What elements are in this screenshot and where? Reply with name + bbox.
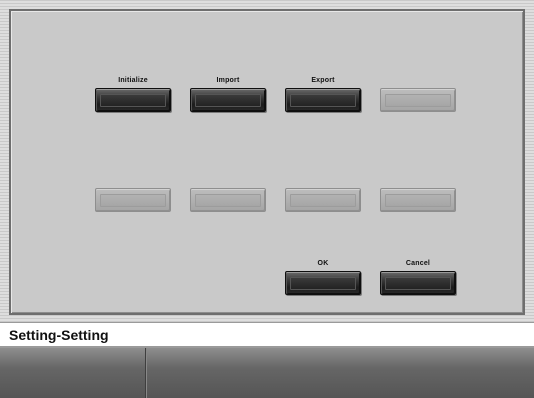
ok-button-label: OK (317, 260, 329, 267)
bottom-bar-left-segment (0, 348, 146, 398)
screen-title-bar: Setting-Setting (0, 322, 534, 348)
ok-button[interactable] (285, 271, 361, 295)
export-button[interactable] (285, 88, 361, 112)
initialize-button[interactable] (95, 88, 171, 112)
bottom-bar-right-segment (147, 348, 534, 398)
disabled-button-3 (190, 188, 266, 212)
import-button[interactable] (190, 88, 266, 112)
export-button-label: Export (311, 77, 335, 84)
import-button-label: Import (216, 77, 240, 84)
disabled-button-5 (380, 188, 456, 212)
screen-title: Setting-Setting (9, 327, 109, 343)
cancel-button-label: Cancel (405, 260, 431, 267)
settings-screen: Initialize Import Export OK Cancel (0, 0, 534, 322)
initialize-button-label: Initialize (118, 77, 148, 84)
disabled-button-4 (285, 188, 361, 212)
disabled-button-1 (380, 88, 456, 112)
settings-panel: Initialize Import Export OK Cancel (9, 9, 525, 315)
cancel-button[interactable] (380, 271, 456, 295)
bottom-bar (0, 348, 534, 398)
disabled-button-2 (95, 188, 171, 212)
